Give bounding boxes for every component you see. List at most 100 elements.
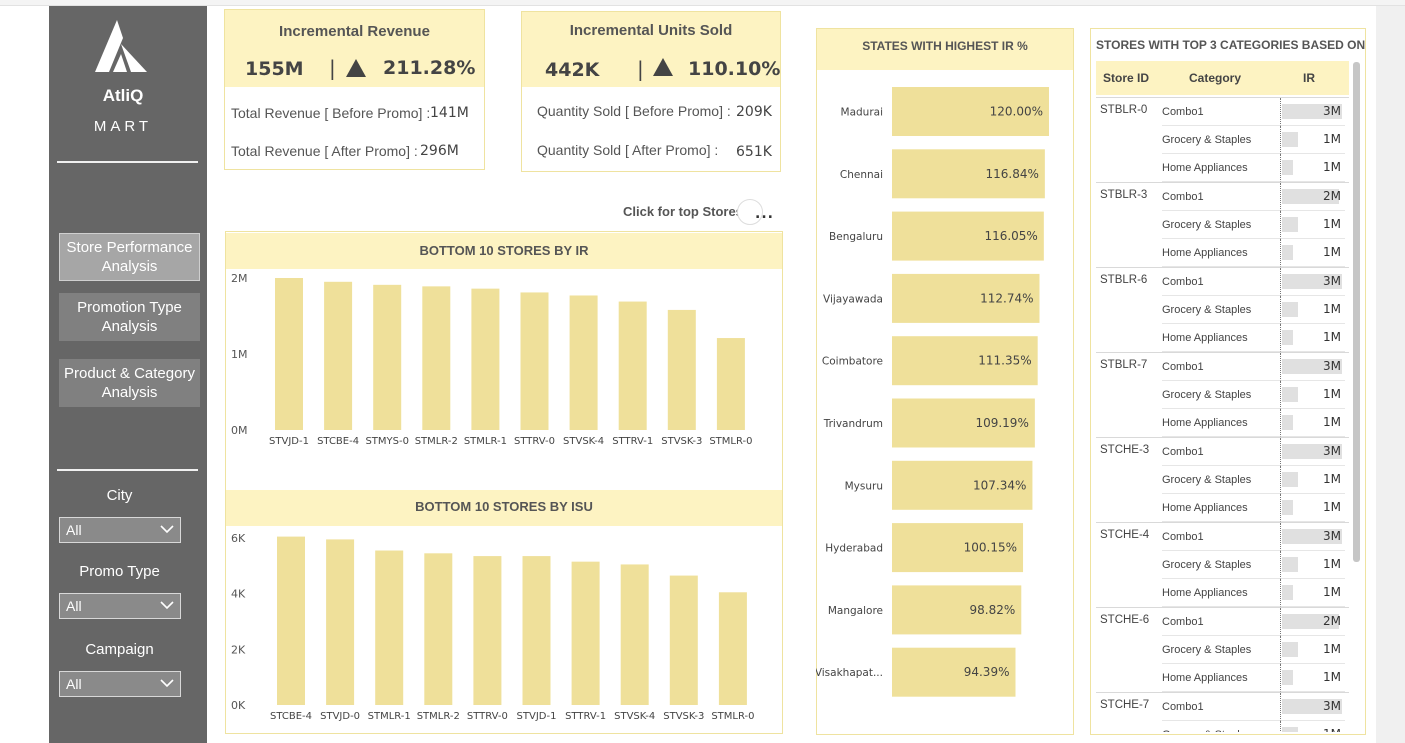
table-row[interactable]: STCHE-3 Combo1 3M	[1096, 438, 1349, 466]
kpi-before-label: Quantity Sold [ Before Promo] :	[537, 103, 731, 119]
nav-label-line2: Analysis	[101, 318, 158, 335]
ir-value: 1M	[1323, 472, 1341, 486]
category-cell: Home Appliances	[1162, 154, 1280, 182]
category-cell: Grocery & Staples	[1162, 381, 1280, 409]
store-id-cell: STBLR-7	[1100, 359, 1148, 371]
table-row[interactable]: Home Appliances 1M	[1096, 494, 1349, 522]
category-cell: Combo1	[1162, 353, 1280, 381]
table-row[interactable]: Home Appliances 1M	[1096, 579, 1349, 607]
table-row-group[interactable]: STBLR-6 Combo1 3M Grocery & Staples 1M Home A…	[1096, 267, 1349, 352]
bar	[424, 553, 453, 705]
table-row[interactable]: Grocery & Staples 1M	[1096, 381, 1349, 409]
data-label: 109.19%	[975, 416, 1028, 430]
ir-cell: 3M	[1280, 523, 1345, 551]
category-cell: Combo1	[1162, 608, 1280, 636]
table-row[interactable]: Home Appliances 1M	[1096, 324, 1349, 352]
ir-data-bar	[1282, 330, 1293, 345]
chart-title-isu: BOTTOM 10 STORES BY ISU	[415, 499, 593, 514]
category-label: Coimbatore	[822, 356, 883, 368]
ir-value: 1M	[1323, 132, 1341, 146]
promo-type-dropdown[interactable]: All	[59, 593, 181, 619]
x-tick-label: STMYS-0	[365, 436, 409, 447]
data-label: 116.05%	[984, 229, 1037, 243]
ir-data-bar	[1282, 642, 1299, 657]
x-tick-label: STMLR-1	[368, 711, 411, 722]
ir-value: 1M	[1323, 500, 1341, 514]
bar	[277, 536, 305, 705]
table-row[interactable]: Grocery & Staples 1M	[1096, 551, 1349, 579]
table-row[interactable]: Grocery & Staples 1M	[1096, 126, 1349, 154]
bar	[471, 288, 500, 430]
ir-value: 1M	[1323, 585, 1341, 599]
table-row-group[interactable]: STBLR-7 Combo1 3M Grocery & Staples 1M Home A…	[1096, 352, 1349, 437]
more-options-icon[interactable]: ...	[755, 206, 774, 222]
data-label: 116.84%	[985, 167, 1038, 181]
table-row[interactable]: Grocery & Staples 1M	[1096, 636, 1349, 664]
table-row[interactable]: STCHE-6 Combo1 2M	[1096, 608, 1349, 636]
table-row[interactable]: STCHE-4 Combo1 3M	[1096, 523, 1349, 551]
table-row[interactable]: Grocery & Staples 1M	[1096, 466, 1349, 494]
ir-cell: 3M	[1280, 353, 1345, 381]
chart-title-ir: BOTTOM 10 STORES BY IR	[419, 243, 589, 258]
y-tick-label: 4K	[231, 588, 246, 601]
top-stores-link[interactable]: Click for top Stores	[623, 204, 743, 219]
bar	[718, 592, 747, 705]
store-id-cell: STCHE-6	[1100, 614, 1150, 626]
table-row-group[interactable]: STCHE-3 Combo1 3M Grocery & Staples 1M Home A…	[1096, 437, 1349, 522]
ir-value: 1M	[1323, 670, 1341, 684]
table-row-group[interactable]: STCHE-7 Combo1 3M Grocery & Staples 1M	[1096, 692, 1349, 732]
category-cell: Grocery & Staples	[1162, 721, 1280, 732]
table-scrollbar[interactable]	[1353, 62, 1360, 562]
nav-promotion-type-button[interactable]: Promotion Type Analysis	[59, 293, 200, 341]
table-row-group[interactable]: STBLR-3 Combo1 2M Grocery & Staples 1M Home A…	[1096, 182, 1349, 267]
header-ir[interactable]: IR	[1303, 71, 1315, 85]
category-cell: Home Appliances	[1162, 324, 1280, 352]
nav-product-category-button[interactable]: Product & Category Analysis	[59, 359, 200, 407]
ir-data-bar	[1282, 585, 1293, 600]
table-row[interactable]: Grocery & Staples 1M	[1096, 296, 1349, 324]
kpi-after-value: 296M	[420, 143, 459, 159]
header-category[interactable]: Category	[1189, 71, 1241, 85]
kpi-separator: |	[329, 56, 336, 80]
table-row-group[interactable]: STCHE-6 Combo1 2M Grocery & Staples 1M Home A…	[1096, 607, 1349, 692]
bar	[473, 556, 502, 705]
brand-subtitle: MART	[93, 118, 153, 135]
table-row[interactable]: Home Appliances 1M	[1096, 409, 1349, 437]
ir-value: 3M	[1323, 444, 1341, 458]
table-row[interactable]: Home Appliances 1M	[1096, 239, 1349, 267]
table-row[interactable]: Home Appliances 1M	[1096, 154, 1349, 182]
ir-value: 1M	[1323, 160, 1341, 174]
data-label: 107.34%	[973, 478, 1026, 492]
table-row[interactable]: STCHE-7 Combo1 3M	[1096, 693, 1349, 721]
table-row[interactable]: Grocery & Staples 1M	[1096, 721, 1349, 732]
states-highest-ir-chart: Madurai 120.00% Chennai 116.84% Bengaluru 116…	[816, 87, 1049, 697]
ir-value: 1M	[1323, 642, 1341, 656]
ir-data-bar	[1282, 245, 1293, 260]
table-row-group[interactable]: STCHE-4 Combo1 3M Grocery & Staples 1M Home A…	[1096, 522, 1349, 607]
header-store-id[interactable]: Store ID	[1103, 71, 1149, 85]
table-row[interactable]: Home Appliances 1M	[1096, 664, 1349, 692]
ir-data-bar	[1282, 670, 1293, 685]
ir-value: 1M	[1323, 415, 1341, 429]
table-row[interactable]: STBLR-0 Combo1 3M	[1096, 98, 1349, 126]
campaign-dropdown[interactable]: All	[59, 671, 181, 697]
category-cell: Home Appliances	[1162, 664, 1280, 692]
y-tick-label: 0K	[231, 699, 246, 712]
y-tick-label: 6K	[231, 532, 246, 545]
table-row[interactable]: STBLR-7 Combo1 3M	[1096, 353, 1349, 381]
nav-store-performance-button[interactable]: Store Performance Analysis	[59, 233, 200, 281]
table-row[interactable]: STBLR-3 Combo1 2M	[1096, 183, 1349, 211]
table-row-group[interactable]: STBLR-0 Combo1 3M Grocery & Staples 1M Home A…	[1096, 97, 1349, 182]
table-row[interactable]: Grocery & Staples 1M	[1096, 211, 1349, 239]
store-id-cell: STCHE-3	[1100, 444, 1150, 456]
category-cell: Home Appliances	[1162, 579, 1280, 607]
ir-value: 1M	[1323, 727, 1341, 732]
kpi-separator: |	[637, 57, 644, 81]
table-row[interactable]: STBLR-6 Combo1 3M	[1096, 268, 1349, 296]
city-dropdown[interactable]: All	[59, 517, 181, 543]
kpi-incremental-units-card: Incremental Units Sold 442K | 110.10% Qu…	[521, 11, 781, 172]
x-tick-label: STVSK-4	[614, 711, 655, 722]
up-arrow-icon	[653, 58, 673, 76]
city-dropdown-value: All	[66, 522, 82, 538]
ir-cell: 1M	[1280, 551, 1345, 579]
